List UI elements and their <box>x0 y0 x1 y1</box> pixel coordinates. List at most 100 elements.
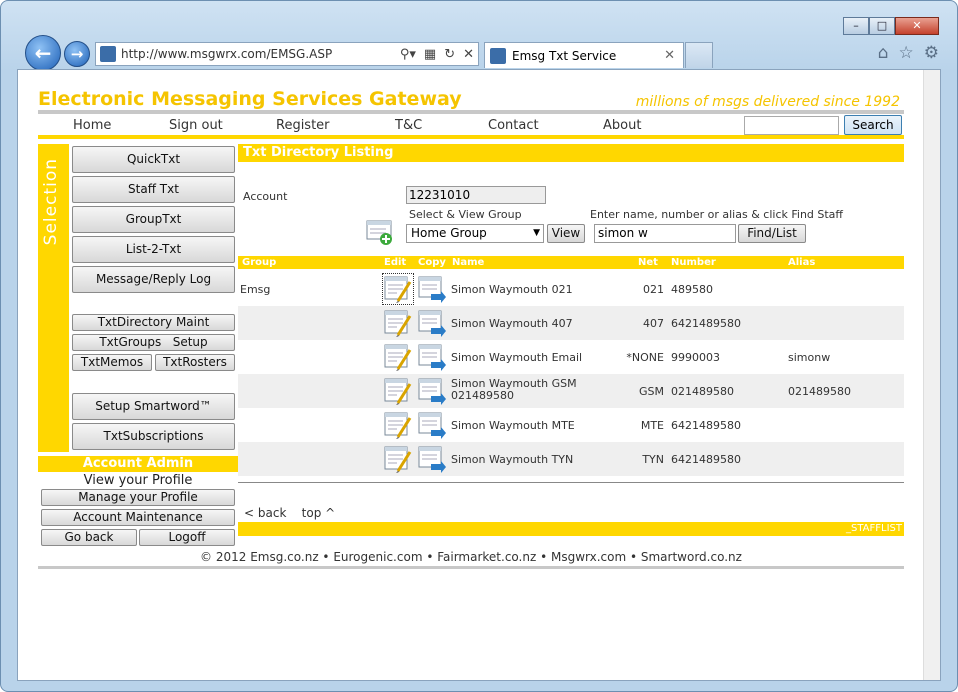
edit-icon[interactable] <box>383 410 413 440</box>
add-entry-icon[interactable] <box>366 220 394 246</box>
favorites-star-icon[interactable]: ☆ <box>899 43 914 63</box>
edit-icon[interactable] <box>383 342 413 372</box>
new-tab-button[interactable] <box>685 42 713 68</box>
copy-icon[interactable] <box>417 376 447 406</box>
row-net: *NONE <box>626 351 664 364</box>
settings-gear-icon[interactable]: ⚙ <box>924 43 939 63</box>
nav-home[interactable]: Home <box>73 118 111 133</box>
search-dropdown-icon[interactable]: ⚲▾ <box>396 47 420 62</box>
home-icon[interactable]: ⌂ <box>878 43 889 63</box>
go-back-button[interactable]: Go back <box>41 529 137 546</box>
table-row: Simon Waymouth TYN TYN 6421489580 <box>238 442 904 476</box>
table-header: Group Edit Copy Name Net Number Alias <box>238 256 904 269</box>
header-divider <box>38 110 904 114</box>
refresh-icon[interactable]: ↻ <box>440 47 459 62</box>
site-favicon-icon <box>100 46 116 62</box>
row-number: 6421489580 <box>671 419 741 432</box>
nav-about[interactable]: About <box>603 118 641 133</box>
row-name[interactable]: Simon Waymouth Email <box>451 351 582 364</box>
page-content: Electronic Messaging Services Gateway mi… <box>17 69 941 681</box>
close-button[interactable]: ✕ <box>895 17 939 35</box>
copy-icon[interactable] <box>417 444 447 474</box>
forward-button[interactable]: → <box>64 41 90 67</box>
nav-contact[interactable]: Contact <box>488 118 539 133</box>
col-copy: Copy <box>418 257 446 268</box>
edit-icon[interactable] <box>383 308 413 338</box>
find-staff-input[interactable]: simon w <box>594 224 736 243</box>
col-number: Number <box>671 257 716 268</box>
row-name[interactable]: Simon Waymouth 407 <box>451 317 573 330</box>
table-row: Simon Waymouth 407 407 6421489580 <box>238 306 904 340</box>
row-name[interactable]: Simon Waymouth GSM 021489580 <box>451 378 577 402</box>
col-edit: Edit <box>384 257 407 268</box>
selection-sidebar: Selection <box>38 144 69 452</box>
txtmemos-button[interactable]: TxtMemos <box>72 354 152 371</box>
row-name[interactable]: Simon Waymouth TYN <box>451 453 573 466</box>
search-input[interactable] <box>744 116 839 135</box>
manage-profile-button[interactable]: Manage your Profile <box>41 489 235 506</box>
selection-label: Selection <box>41 158 61 246</box>
edit-icon[interactable] <box>383 376 413 406</box>
col-alias: Alias <box>788 257 816 268</box>
nav-sign-out[interactable]: Sign out <box>169 118 223 133</box>
row-name[interactable]: Simon Waymouth 021 <box>451 283 573 296</box>
vertical-scrollbar[interactable] <box>923 70 940 680</box>
copy-icon[interactable] <box>417 410 447 440</box>
browser-window: – □ ✕ ← → http://www.msgwrx.com/EMSG.ASP… <box>0 0 958 692</box>
txtsubscriptions-button[interactable]: TxtSubscriptions <box>72 423 235 450</box>
account-field[interactable]: 12231010 <box>406 186 546 204</box>
nav-divider <box>38 135 904 139</box>
browser-tab[interactable]: Emsg Txt Service ✕ <box>484 42 684 68</box>
site-title: Electronic Messaging Services Gateway <box>38 88 462 110</box>
edit-icon[interactable] <box>382 273 414 305</box>
txtrosters-button[interactable]: TxtRosters <box>155 354 235 371</box>
minimize-button[interactable]: – <box>843 17 869 35</box>
table-row: Simon Waymouth GSM 021489580 GSM 021489580 0… <box>238 374 904 408</box>
tab-close-icon[interactable]: ✕ <box>664 48 675 63</box>
row-number: 9990003 <box>671 351 720 364</box>
top-link[interactable]: top ^ <box>302 506 336 520</box>
footer-divider <box>38 566 904 569</box>
back-link[interactable]: < back <box>244 506 286 520</box>
search-button[interactable]: Search <box>844 115 902 135</box>
copy-icon[interactable] <box>417 308 447 338</box>
edit-icon[interactable] <box>383 444 413 474</box>
row-net: TYN <box>642 453 664 466</box>
row-alias: simonw <box>788 351 831 364</box>
nav-terms[interactable]: T&C <box>395 118 422 133</box>
copy-icon[interactable] <box>417 342 447 372</box>
setup-smartword-button[interactable]: Setup Smartword™ <box>72 393 235 420</box>
logoff-button[interactable]: Logoff <box>139 529 235 546</box>
address-bar[interactable]: http://www.msgwrx.com/EMSG.ASP ⚲▾ ▦ ↻ ✕ <box>95 42 479 66</box>
copy-icon[interactable] <box>417 274 447 304</box>
compat-icon[interactable]: ▦ <box>420 47 440 62</box>
url-text[interactable]: http://www.msgwrx.com/EMSG.ASP <box>121 47 396 61</box>
stop-icon[interactable]: ✕ <box>459 47 478 62</box>
tab-title: Emsg Txt Service <box>512 48 617 63</box>
message-reply-log-button[interactable]: Message/Reply Log <box>72 266 235 293</box>
txtgroups-setup-button[interactable]: TxtGroups Setup <box>72 334 235 351</box>
txtdirectory-maint-button[interactable]: TxtDirectory Maint <box>72 314 235 331</box>
row-net: MTE <box>640 419 664 432</box>
quicktxt-button[interactable]: QuickTxt <box>72 146 235 173</box>
row-number: 6421489580 <box>671 317 741 330</box>
footer-bar: _STAFFLIST <box>238 522 904 536</box>
list-2-txt-button[interactable]: List-2-Txt <box>72 236 235 263</box>
find-list-button[interactable]: Find/List <box>738 224 806 243</box>
browser-tools: ⌂ ☆ ⚙ <box>878 43 939 63</box>
chevron-down-icon: ▼ <box>533 228 540 238</box>
view-button[interactable]: View <box>547 224 585 243</box>
group-select[interactable]: Home Group ▼ <box>406 224 544 243</box>
staff-txt-button[interactable]: Staff Txt <box>72 176 235 203</box>
group-select-value: Home Group <box>411 226 487 240</box>
row-name[interactable]: Simon Waymouth MTE <box>451 419 575 432</box>
account-maintenance-button[interactable]: Account Maintenance <box>41 509 235 526</box>
page-title: Txt Directory Listing <box>238 144 904 162</box>
row-number: 021489580 <box>671 385 734 398</box>
maximize-button[interactable]: □ <box>869 17 895 35</box>
nav-register[interactable]: Register <box>276 118 330 133</box>
row-net: 021 <box>643 283 664 296</box>
back-button[interactable]: ← <box>25 35 61 71</box>
find-label: Enter name, number or alias & click Find… <box>590 208 844 221</box>
grouptxt-button[interactable]: GroupTxt <box>72 206 235 233</box>
